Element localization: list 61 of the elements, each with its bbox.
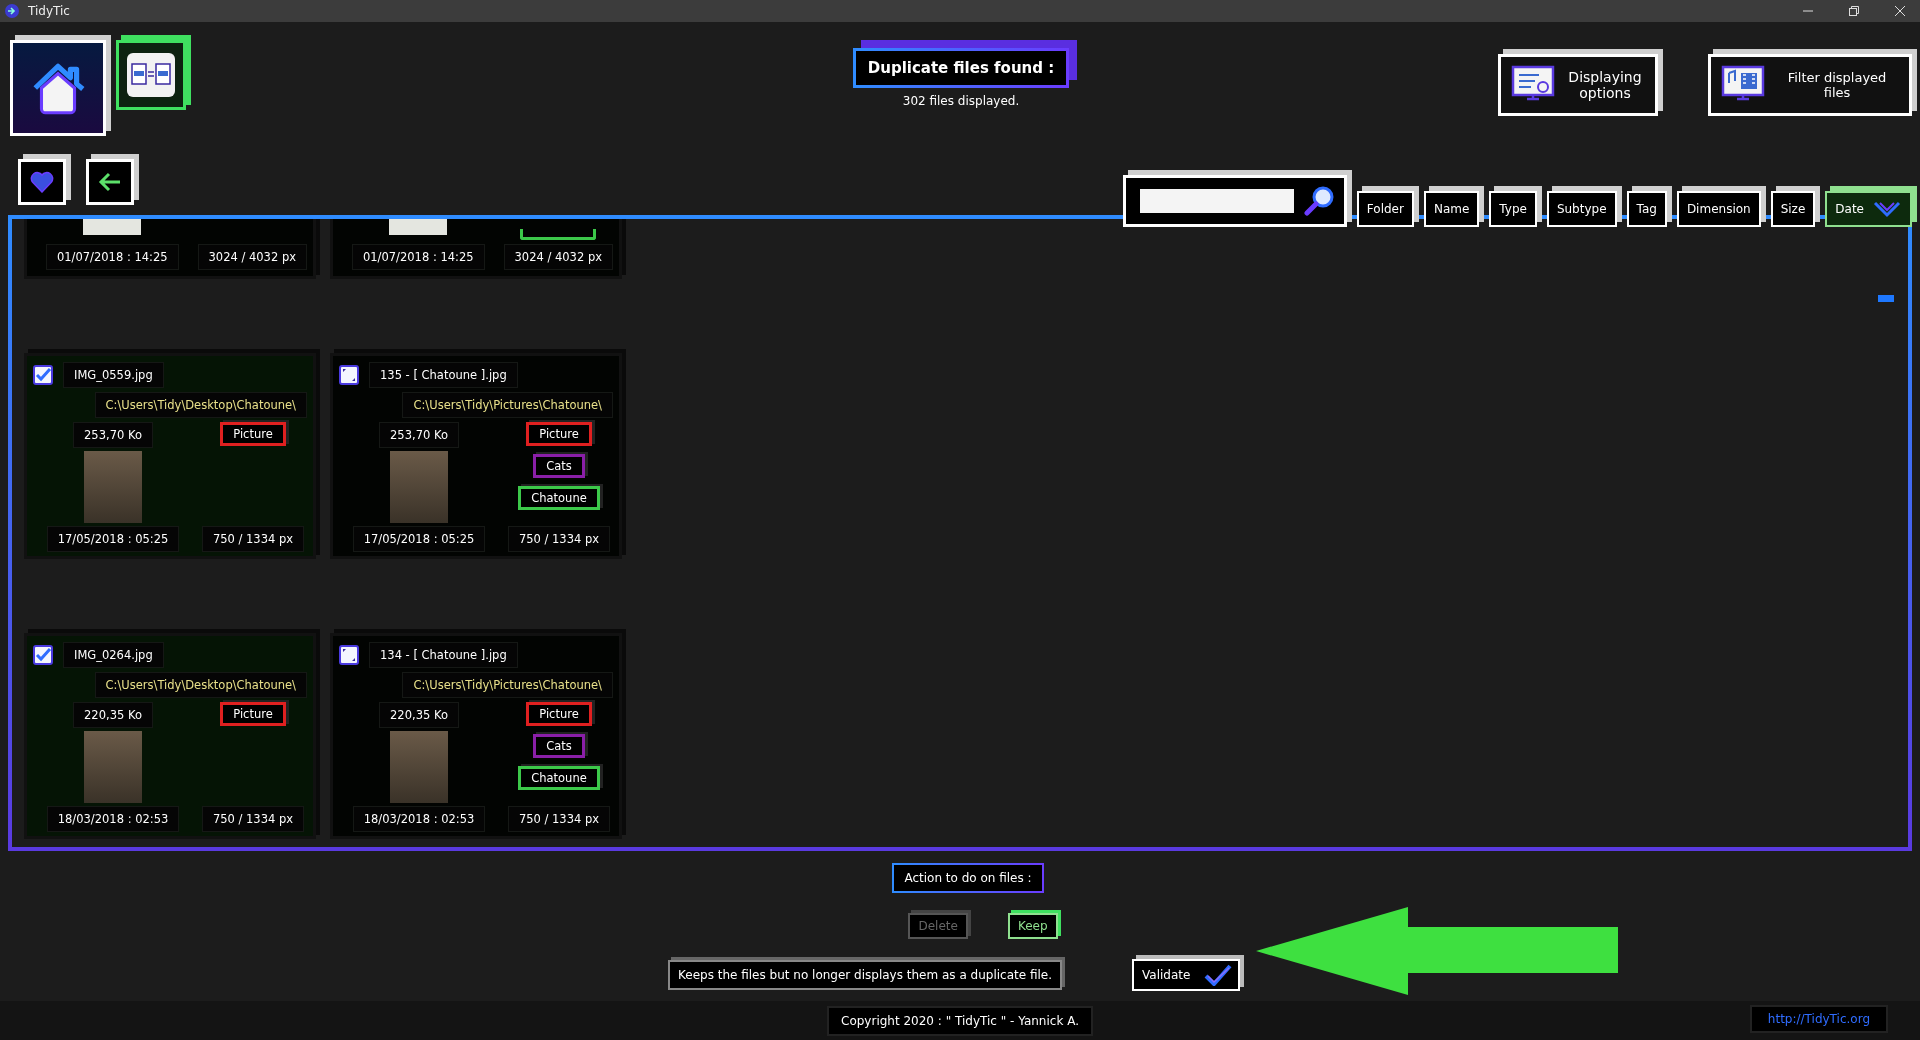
- restore-icon[interactable]: [1848, 5, 1860, 17]
- files-equal-icon: [127, 53, 175, 97]
- file-date: 18/03/2018 : 02:53: [46, 806, 180, 832]
- website-link[interactable]: http://TidyTic.org: [1749, 1005, 1888, 1033]
- photo-placeholder: [83, 219, 142, 235]
- window-title: TidyTic: [28, 4, 70, 18]
- search-field[interactable]: [1139, 189, 1294, 213]
- action-button[interactable]: Keep: [1007, 913, 1058, 939]
- search-icon: [1303, 185, 1336, 217]
- checkbox[interactable]: [33, 365, 53, 385]
- files-count: 302 files displayed.: [902, 94, 1020, 108]
- chevron-down-icon: [1872, 200, 1902, 218]
- file-name: IMG_0264.jpg: [63, 642, 164, 668]
- photo-placeholder: [390, 731, 448, 803]
- file-size: 253,70 Ko: [73, 422, 153, 448]
- photo-placeholder: [390, 451, 448, 523]
- action-button[interactable]: Delete: [908, 913, 968, 939]
- file-size: 220,35 Ko: [73, 702, 153, 728]
- scrollbar-thumb[interactable]: [1878, 295, 1894, 302]
- file-size: 253,70 Ko: [379, 422, 459, 448]
- file-dimensions: 750 / 1334 px: [201, 806, 305, 832]
- file-path: C:\Users\Tidy\Desktop\Chatoune\: [94, 392, 307, 418]
- checkmark-icon: [1204, 964, 1233, 986]
- file-path: C:\Users\Tidy\Pictures\Chatoune\: [402, 392, 613, 418]
- heart-icon: [30, 170, 54, 193]
- file-name: 135 - [ Chatoune ].jpg: [369, 362, 518, 388]
- checkbox[interactable]: [339, 645, 359, 665]
- file-date: 17/05/2018 : 05:25: [46, 526, 180, 552]
- file-name: 134 - [ Chatoune ].jpg: [369, 642, 518, 668]
- copyright-text: Copyright 2020 : " TidyTic " - Yannick A.: [827, 1005, 1093, 1036]
- photo-placeholder: [84, 731, 142, 803]
- file-date: 01/07/2018 : 14:25: [351, 244, 485, 270]
- tag: Picture: [220, 702, 286, 726]
- action-description: Keeps the files but no longer displays them as a duplicate file.: [668, 960, 1062, 990]
- photo-placeholder: [84, 451, 142, 523]
- file-path: C:\Users\Tidy\Pictures\Chatoune\: [402, 672, 613, 698]
- tag: Picture: [220, 422, 286, 446]
- file-dimensions: 3024 / 4032 px: [197, 244, 307, 270]
- tag: Chatoune: [518, 766, 600, 790]
- file-dimensions: 3024 / 4032 px: [503, 244, 613, 270]
- tag: Cats: [533, 454, 585, 478]
- checkbox[interactable]: [339, 365, 359, 385]
- tag: Picture: [526, 702, 592, 726]
- tag: Picture: [526, 422, 592, 446]
- file-date: 18/03/2018 : 02:53: [352, 806, 486, 832]
- file-name: IMG_0559.jpg: [63, 362, 164, 388]
- back-arrow-icon: [98, 171, 122, 192]
- file-dimensions: 750 / 1334 px: [201, 526, 305, 552]
- tag: Cats: [533, 734, 585, 758]
- photo-placeholder: [389, 219, 448, 235]
- close-icon[interactable]: [1894, 5, 1906, 17]
- file-path: C:\Users\Tidy\Desktop\Chatoune\: [94, 672, 307, 698]
- action-title: Action to do on files :: [892, 863, 1044, 893]
- file-date: 01/07/2018 : 14:25: [45, 244, 179, 270]
- file-dimensions: 750 / 1334 px: [507, 526, 611, 552]
- app-logo-icon: [4, 3, 20, 19]
- tag: Chatoune: [518, 486, 600, 510]
- file-date: 17/05/2018 : 05:25: [352, 526, 486, 552]
- checkbox[interactable]: [33, 645, 53, 665]
- file-dimensions: 750 / 1334 px: [507, 806, 611, 832]
- file-size: 220,35 Ko: [379, 702, 459, 728]
